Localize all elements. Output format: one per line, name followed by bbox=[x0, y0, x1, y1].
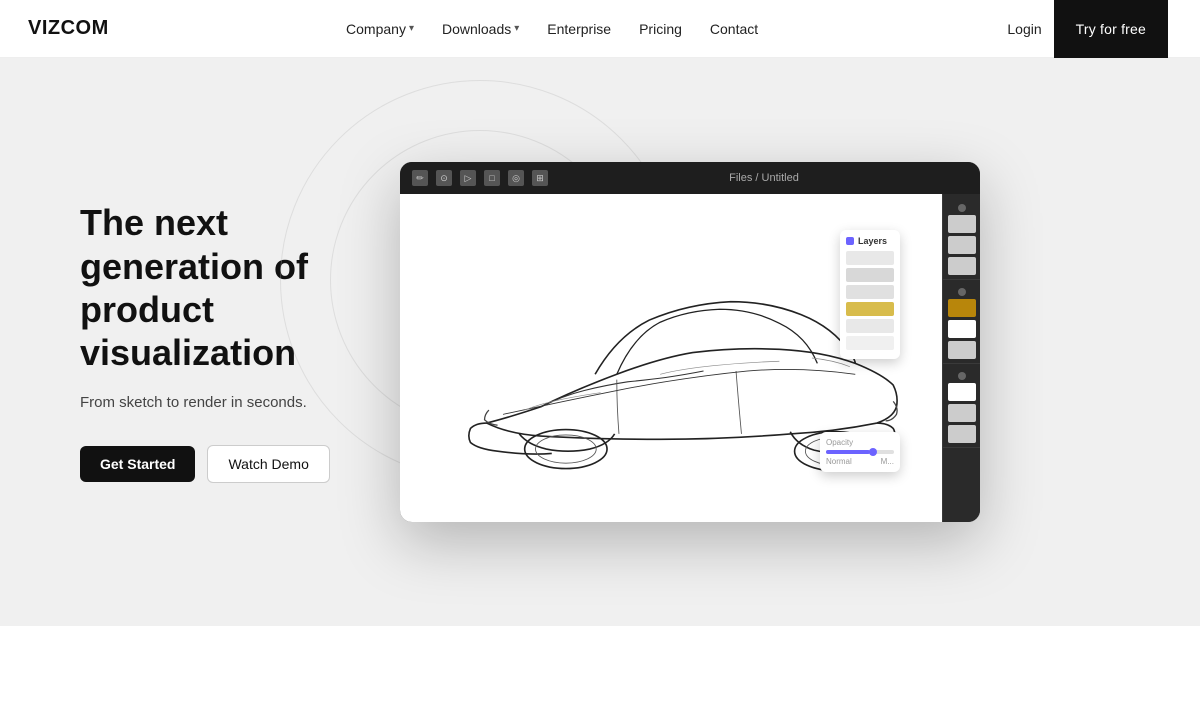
layers-dot bbox=[846, 237, 854, 245]
login-button[interactable]: Login bbox=[995, 15, 1053, 43]
hero-title: The next generation of product visualiza… bbox=[80, 201, 340, 374]
layers-panel: Layers bbox=[840, 230, 900, 359]
navbar: VIZCOM Company ▾ Downloads ▾ Enterprise … bbox=[0, 0, 1200, 58]
nav-downloads[interactable]: Downloads ▾ bbox=[430, 15, 531, 43]
titlebar-tools: ✏ ⊙ ▷ □ ◎ ⊞ bbox=[412, 170, 548, 186]
layer-item[interactable] bbox=[846, 319, 894, 333]
panel-dot bbox=[958, 372, 966, 380]
panel-thumbnail[interactable] bbox=[948, 383, 976, 401]
nav-company[interactable]: Company ▾ bbox=[334, 15, 426, 43]
app-body: Layers Opacity bbox=[400, 194, 980, 522]
watch-demo-button[interactable]: Watch Demo bbox=[207, 445, 329, 483]
panel-section-2 bbox=[943, 284, 980, 364]
panel-dot bbox=[958, 204, 966, 212]
blend-mode: Normal M... bbox=[826, 457, 894, 466]
nav-contact[interactable]: Contact bbox=[698, 15, 770, 43]
get-started-button[interactable]: Get Started bbox=[80, 446, 195, 482]
panel-thumbnail[interactable] bbox=[948, 425, 976, 443]
select-icon[interactable]: ⊙ bbox=[436, 170, 452, 186]
app-canvas[interactable]: Layers Opacity bbox=[400, 194, 942, 522]
panel-thumbnail[interactable] bbox=[948, 215, 976, 233]
chevron-down-icon: ▾ bbox=[514, 23, 519, 34]
layer-item[interactable] bbox=[846, 285, 894, 299]
hero-text: The next generation of product visualiza… bbox=[80, 201, 340, 482]
panel-thumbnail-active[interactable] bbox=[948, 299, 976, 317]
panel-thumbnail[interactable] bbox=[948, 341, 976, 359]
image-icon[interactable]: ⊞ bbox=[532, 170, 548, 186]
lasso-icon[interactable]: ◎ bbox=[508, 170, 524, 186]
try-for-free-button[interactable]: Try for free bbox=[1054, 0, 1168, 58]
opacity-panel: Opacity Normal M... bbox=[820, 432, 900, 472]
layer-item[interactable] bbox=[846, 302, 894, 316]
app-right-panel bbox=[942, 194, 980, 522]
nav-links: Company ▾ Downloads ▾ Enterprise Pricing… bbox=[334, 15, 770, 43]
layer-item[interactable] bbox=[846, 268, 894, 282]
nav-pricing[interactable]: Pricing bbox=[627, 15, 694, 43]
play-icon[interactable]: ▷ bbox=[460, 170, 476, 186]
nav-right: Login Try for free bbox=[995, 0, 1168, 58]
panel-thumbnail[interactable] bbox=[948, 404, 976, 422]
layer-item[interactable] bbox=[846, 336, 894, 350]
titlebar-title: Files / Untitled bbox=[560, 172, 968, 184]
panel-thumbnail[interactable] bbox=[948, 320, 976, 338]
hero-app: ✏ ⊙ ▷ □ ◎ ⊞ Files / Untitled bbox=[400, 162, 1120, 522]
opacity-thumb[interactable] bbox=[869, 448, 877, 456]
panel-section-3 bbox=[943, 368, 980, 448]
panel-section-1 bbox=[943, 200, 980, 280]
logo: VIZCOM bbox=[28, 17, 109, 40]
opacity-track[interactable] bbox=[826, 450, 894, 454]
opacity-fill bbox=[826, 450, 870, 454]
app-titlebar: ✏ ⊙ ▷ □ ◎ ⊞ Files / Untitled bbox=[400, 162, 980, 194]
rect-icon[interactable]: □ bbox=[484, 170, 500, 186]
pencil-icon[interactable]: ✏ bbox=[412, 170, 428, 186]
chevron-down-icon: ▾ bbox=[409, 23, 414, 34]
page: VIZCOM Company ▾ Downloads ▾ Enterprise … bbox=[0, 0, 1200, 716]
nav-enterprise[interactable]: Enterprise bbox=[535, 15, 623, 43]
panel-thumbnail[interactable] bbox=[948, 257, 976, 275]
hero-subtitle: From sketch to render in seconds. bbox=[80, 392, 340, 415]
panel-dot bbox=[958, 288, 966, 296]
hero-buttons: Get Started Watch Demo bbox=[80, 445, 340, 483]
bottom-section bbox=[0, 626, 1200, 716]
layer-item[interactable] bbox=[846, 251, 894, 265]
app-window: ✏ ⊙ ▷ □ ◎ ⊞ Files / Untitled bbox=[400, 162, 980, 522]
panel-thumbnail[interactable] bbox=[948, 236, 976, 254]
hero-inner: The next generation of product visualiza… bbox=[0, 122, 1200, 562]
hero-section: The next generation of product visualiza… bbox=[0, 0, 1200, 626]
